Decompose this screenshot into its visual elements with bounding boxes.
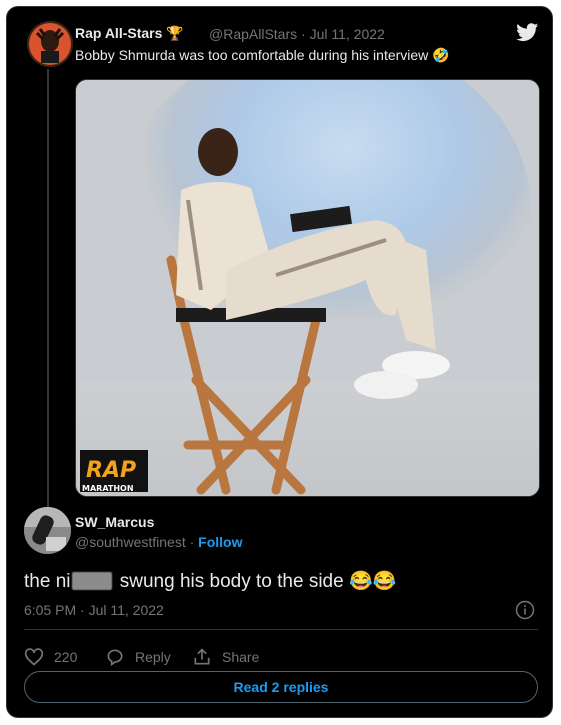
follow-link[interactable]: Follow (198, 534, 242, 550)
twitter-bird-icon[interactable] (515, 21, 540, 43)
reply-label: Reply (135, 649, 171, 665)
read-replies-button[interactable]: Read 2 replies (24, 671, 538, 703)
thread-line (47, 69, 49, 509)
embedded-tweet-card: Rap All-Stars 🏆 @RapAllStars · Jul 11, 2… (6, 6, 553, 718)
reply-author-handle[interactable]: @southwestfinest (75, 534, 186, 550)
sw-marcus-avatar[interactable] (24, 507, 71, 554)
tweet-author-handle-date[interactable]: @RapAllStars · Jul 11, 2022 (209, 26, 385, 42)
reply-author-handle-row: @southwestfinest · Follow (75, 534, 243, 550)
trophy-icon: 🏆 (166, 25, 184, 41)
reply-timestamp[interactable]: 6:05 PM · Jul 11, 2022 (24, 602, 164, 618)
share-button[interactable]: Share (192, 647, 259, 667)
reply-icon (107, 649, 123, 667)
like-count: 220 (54, 649, 78, 665)
censored-word-blur (72, 572, 113, 590)
like-button[interactable]: 220 (24, 647, 77, 667)
tweet-text: Bobby Shmurda was too comfortable during… (75, 47, 450, 63)
rofl-emoji: 🤣 (432, 47, 450, 63)
divider (24, 629, 538, 630)
media-watermark-rap: RAP (86, 458, 136, 483)
reply-author-name[interactable]: SW_Marcus (75, 514, 154, 530)
media-watermark-marathon: MARATHON (82, 484, 134, 493)
info-icon[interactable] (515, 600, 535, 620)
reply-text: the ni swung his body to the side 😂😂 (24, 571, 397, 592)
tears-of-joy-emoji: 😂😂 (348, 571, 397, 592)
rap-all-stars-avatar[interactable] (27, 21, 73, 67)
heart-icon (24, 648, 44, 666)
handle-separator: · (185, 534, 199, 550)
reply-button[interactable]: Reply (105, 647, 171, 667)
share-icon (194, 648, 210, 665)
tweet-author-name[interactable]: Rap All-Stars 🏆 (75, 25, 184, 42)
share-label: Share (222, 649, 260, 665)
tweet-media-image[interactable]: RAP MARATHON (75, 79, 540, 497)
